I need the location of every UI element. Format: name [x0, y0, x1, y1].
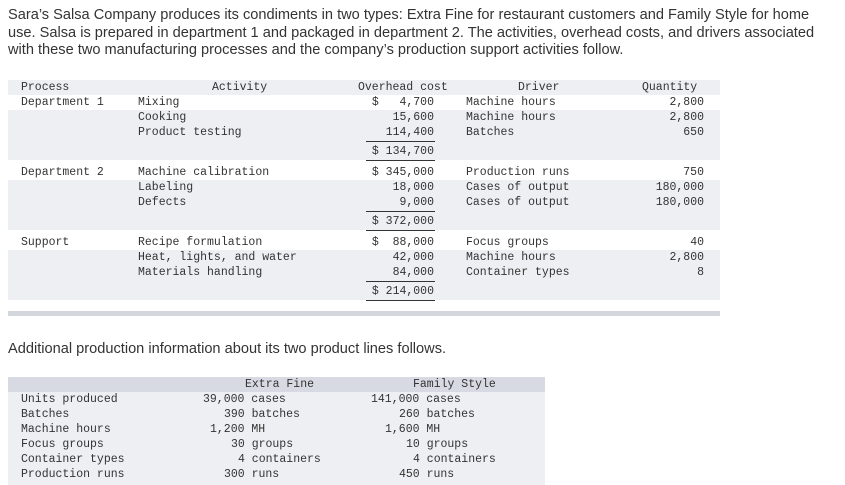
header-driver: Driver [518, 81, 560, 94]
driver-cell: Machine hours [466, 251, 556, 264]
extra-fine-cell: 390 batches [224, 408, 300, 421]
row-label: Production runs [21, 468, 125, 481]
row-label: Batches [21, 408, 70, 421]
row-label: Container types [21, 453, 125, 466]
family-style-cell: 141,000 cases [371, 393, 461, 406]
row-label: Machine hours [21, 423, 111, 436]
driver-cell: Machine hours [466, 111, 556, 124]
header-quantity: Quantity [642, 81, 698, 94]
cost-cell: $ 345,000 [371, 166, 434, 179]
cost-cell: 114,400 [385, 126, 434, 139]
driver-cell: Cases of output [466, 181, 570, 194]
subtotal-cell: $ 372,000 [371, 215, 434, 228]
subtotal-cell: $ 134,700 [371, 145, 434, 158]
subtotal-rule [366, 211, 435, 212]
quantity-cell: 2,800 [669, 251, 704, 264]
driver-cell: Cases of output [466, 196, 570, 209]
subtotal-rule [366, 281, 435, 282]
header-extra-fine: Extra Fine [245, 378, 315, 391]
cost-cell: $ 88,000 [371, 236, 434, 249]
driver-cell: Container types [466, 266, 570, 279]
cost-cell: 18,000 [392, 181, 434, 194]
quantity-cell: 650 [683, 126, 704, 139]
activity-cell: Machine calibration [138, 166, 270, 179]
activity-cell: Heat, lights, and water [138, 251, 297, 264]
extra-fine-cell: 300 runs [224, 468, 280, 481]
subtotal-rule [366, 300, 435, 301]
process-label: Support [21, 236, 70, 249]
activity-cell: Cooking [138, 111, 187, 124]
header-overhead-cost: Overhead cost [358, 81, 448, 94]
family-style-cell: 450 runs [399, 468, 455, 481]
activity-cell: Defects [138, 196, 187, 209]
activity-cell: Product testing [138, 126, 242, 139]
subtotal-cell: $ 214,000 [371, 285, 434, 298]
quantity-cell: 8 [697, 266, 704, 279]
subtotal-rule [366, 230, 435, 231]
table1-bottom-rule [8, 311, 720, 316]
header-process: Process [21, 81, 70, 94]
subtotal-rule [366, 141, 435, 142]
quantity-cell: 180,000 [655, 181, 704, 194]
family-style-cell: 10 groups [406, 438, 469, 451]
quantity-cell: 2,800 [669, 96, 704, 109]
activity-cell: Mixing [138, 96, 180, 109]
cost-cell: 84,000 [392, 266, 434, 279]
activity-cell: Materials handling [138, 266, 263, 279]
extra-fine-cell: 1,200 MH [210, 423, 266, 436]
subtotal-rule [366, 160, 435, 161]
row-label: Units produced [21, 393, 118, 406]
driver-cell: Production runs [466, 166, 570, 179]
cost-cell: 15,600 [392, 111, 434, 124]
family-style-cell: 4 containers [413, 453, 496, 466]
activity-cell: Recipe formulation [138, 236, 263, 249]
process-label: Department 2 [21, 166, 104, 179]
extra-fine-cell: 39,000 cases [203, 393, 286, 406]
quantity-cell: 40 [690, 236, 704, 249]
extra-fine-cell: 4 containers [238, 453, 321, 466]
quantity-cell: 180,000 [655, 196, 704, 209]
header-family-style: Family Style [413, 378, 496, 391]
additional-info-text: Additional production information about … [8, 341, 447, 357]
family-style-cell: 260 batches [399, 408, 475, 421]
cost-cell: 42,000 [392, 251, 434, 264]
process-label: Department 1 [21, 96, 104, 109]
cost-cell: $ 4,700 [371, 96, 434, 109]
quantity-cell: 750 [683, 166, 704, 179]
intro-paragraph: Sara’s Salsa Company produces its condim… [8, 7, 815, 58]
row-label: Focus groups [21, 438, 104, 451]
driver-cell: Focus groups [466, 236, 549, 249]
header-activity: Activity [212, 81, 268, 94]
extra-fine-cell: 30 groups [231, 438, 294, 451]
activity-cell: Labeling [138, 181, 194, 194]
driver-cell: Machine hours [466, 96, 556, 109]
quantity-cell: 2,800 [669, 111, 704, 124]
cost-cell: 9,000 [399, 196, 434, 209]
family-style-cell: 1,600 MH [385, 423, 441, 436]
driver-cell: Batches [466, 126, 515, 139]
